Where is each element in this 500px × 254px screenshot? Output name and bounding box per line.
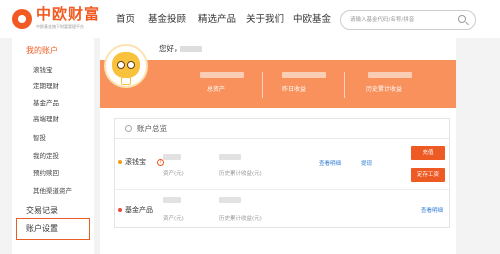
greeting-text: 您好， [159, 44, 182, 53]
help-icon[interactable]: ? [157, 159, 164, 166]
row-divider [115, 189, 449, 190]
search-input[interactable]: 请输入基金代码/名称/拼音 [340, 10, 476, 30]
gunqianbao-history-label: 历史累计收益(元) [219, 171, 262, 177]
gunqianbao-asset-masked [163, 154, 181, 160]
fund-asset-label: 资产(元) [163, 216, 184, 222]
history-income-label: 历史累计收益 [366, 86, 403, 93]
gunqianbao-withdraw-link[interactable]: 提现 [361, 161, 372, 168]
total-assets-value-masked [200, 72, 244, 78]
sidebar: 我的账户 滚钱宝 定期理财 基金产品 高端理财 智投 我的定投 预约赎回 其他渠… [12, 38, 94, 254]
nav-about[interactable]: 关于我们 [246, 0, 284, 38]
overview-header: 账户总览 [115, 119, 449, 139]
sidebar-my-account[interactable]: 我的账户 [26, 46, 58, 56]
fund-history-label: 历史累计收益(元) [219, 216, 262, 222]
history-income-value-masked [368, 72, 412, 78]
fund-asset-masked [163, 197, 181, 203]
sidebar-item-other-assets[interactable]: 其他渠道资产 [33, 187, 72, 196]
sidebar-item-high-end[interactable]: 高端理财 [33, 115, 59, 124]
fund-dot-icon [118, 208, 122, 212]
brand-name[interactable]: 中欧财富 [36, 6, 100, 22]
overview-title: 账户总览 [137, 124, 167, 133]
gunqianbao-detail-link[interactable]: 查看明细 [319, 161, 341, 168]
sidebar-item-fixed-term[interactable]: 定期理财 [33, 82, 59, 91]
sidebar-item-smart-invest[interactable]: 智投 [33, 134, 46, 143]
gunqianbao-asset-label: 资产(元) [163, 171, 184, 177]
sidebar-item-gunqianbao[interactable]: 滚钱宝 [33, 66, 53, 75]
top-header: 中欧财富 中欧基金旗下财富管理平台 首页 基金投顾 精选产品 关于我们 中欧基金… [0, 0, 500, 38]
brand-subtitle: 中欧基金旗下财富管理平台 [36, 24, 84, 29]
recharge-button[interactable]: 充值 [411, 146, 445, 160]
mascot-face-icon [112, 52, 140, 78]
gunqianbao-history-masked [219, 154, 241, 160]
zhongou-logo-icon[interactable] [12, 9, 32, 29]
gunqianbao-name[interactable]: 滚钱宝 [125, 158, 146, 167]
fund-history-masked [219, 197, 241, 203]
yesterday-income-value-masked [282, 72, 326, 78]
avatar[interactable] [104, 44, 148, 88]
nav-products[interactable]: 精选产品 [198, 0, 236, 38]
username-masked [180, 46, 202, 52]
sidebar-item-fund-products[interactable]: 基金产品 [33, 99, 59, 108]
total-assets-label: 总资产 [207, 86, 226, 93]
mascot-tag-icon [121, 77, 131, 85]
deposit-salary-button[interactable]: 定存工资 [411, 168, 445, 182]
sidebar-item-my-sip[interactable]: 我的定投 [33, 152, 59, 161]
nav-home[interactable]: 首页 [116, 0, 135, 38]
gunqianbao-dot-icon [118, 160, 122, 164]
yesterday-income-label: 昨日收益 [282, 86, 307, 93]
stat-divider [344, 72, 345, 98]
overview-icon [125, 125, 132, 132]
search-icon[interactable] [458, 15, 466, 23]
nav-advisory[interactable]: 基金投顾 [148, 0, 186, 38]
search-placeholder: 请输入基金代码/名称/拼音 [350, 17, 415, 23]
asset-banner [100, 60, 456, 108]
account-overview-panel: 账户总览 滚钱宝 ? 资产(元) 历史累计收益(元) 查看明细 提现 充值 定存… [114, 118, 450, 228]
sidebar-item-scheduled-redeem[interactable]: 预约赎回 [33, 169, 59, 178]
stat-divider [262, 72, 263, 98]
sidebar-account-settings[interactable]: 账户设置 [26, 224, 58, 234]
nav-zhongou-fund[interactable]: 中欧基金 [293, 0, 331, 38]
sidebar-trade-records[interactable]: 交易记录 [26, 206, 58, 216]
fund-detail-link[interactable]: 查看明细 [421, 208, 443, 215]
fund-products-name[interactable]: 基金产品 [125, 206, 153, 215]
